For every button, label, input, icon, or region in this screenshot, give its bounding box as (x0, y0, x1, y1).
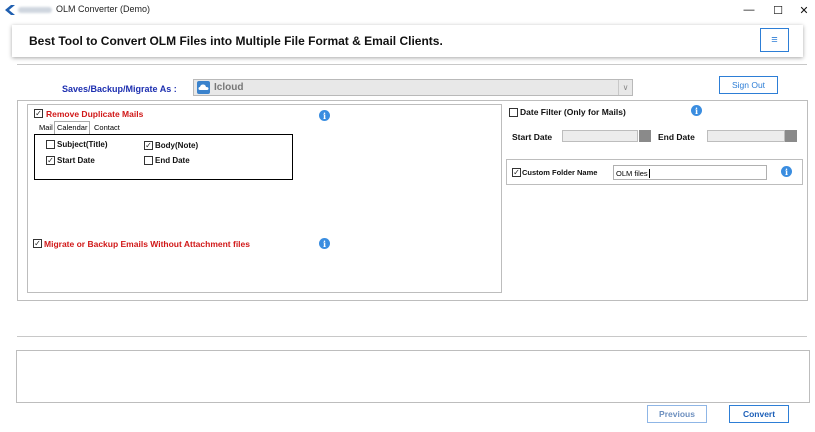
start-date-option-label: Start Date (57, 156, 95, 165)
body-note-checkbox[interactable]: ✓ (144, 141, 153, 150)
hamburger-icon: ≡ (771, 34, 778, 46)
custom-folder-checkbox[interactable]: ✓ (512, 168, 521, 177)
date-filter-checkbox[interactable] (509, 108, 518, 117)
check-icon: ✓ (34, 238, 41, 248)
calendar-dropdown-icon[interactable] (639, 130, 651, 142)
log-area (16, 350, 810, 403)
without-attachment-checkbox[interactable]: ✓ (33, 239, 42, 248)
title-bar: OLM Converter (Demo) — ☐ ✕ (0, 0, 815, 20)
check-icon: ✓ (35, 108, 42, 118)
end-date-picker[interactable] (707, 130, 785, 142)
custom-folder-input[interactable]: OLM files (613, 165, 767, 180)
window-title: OLM Converter (Demo) (56, 4, 151, 14)
saving-format-value: Icloud (214, 82, 244, 93)
check-icon: ✓ (513, 167, 520, 177)
without-attachment-label: Migrate or Backup Emails Without Attachm… (44, 239, 251, 249)
sign-out-button[interactable]: Sign Out (719, 76, 778, 94)
remove-duplicates-label: Remove Duplicate Mails (46, 109, 144, 119)
info-icon[interactable]: i (319, 238, 330, 249)
end-date-label: End Date (658, 132, 695, 142)
custom-folder-label: Custom Folder Name (522, 168, 598, 177)
body-note-label: Body(Note) (155, 141, 199, 150)
custom-folder-value: OLM files (616, 169, 648, 178)
end-date-checkbox[interactable] (144, 156, 153, 165)
divider (17, 336, 807, 337)
info-icon[interactable]: i (319, 110, 330, 121)
text-caret (648, 169, 650, 178)
previous-button[interactable]: Previous (647, 405, 707, 423)
header-banner: Best Tool to Convert OLM Files into Mult… (12, 25, 803, 57)
check-icon: ✓ (47, 155, 54, 165)
subject-title-checkbox[interactable] (46, 140, 55, 149)
divider (17, 64, 807, 65)
app-logo-icon (5, 5, 15, 15)
start-date-checkbox[interactable]: ✓ (46, 156, 55, 165)
menu-button[interactable]: ≡ (760, 28, 789, 52)
remove-duplicates-checkbox[interactable]: ✓ (34, 109, 43, 118)
start-date-picker[interactable] (562, 130, 638, 142)
header-title: Best Tool to Convert OLM Files into Mult… (29, 34, 443, 48)
brand-name-blurred (18, 7, 52, 13)
minimize-button[interactable]: — (734, 0, 764, 20)
close-button[interactable]: ✕ (789, 0, 815, 20)
tab-contact[interactable]: Contact (92, 122, 122, 134)
chevron-down-icon[interactable]: ∨ (618, 80, 632, 95)
subject-title-label: Subject(Title) (57, 140, 108, 149)
calendar-dropdown-icon[interactable] (785, 130, 797, 142)
saves-label: Saves/Backup/Migrate As : (62, 84, 177, 94)
date-filter-label: Date Filter (Only for Mails) (520, 107, 626, 117)
info-icon[interactable]: i (691, 105, 702, 116)
check-icon: ✓ (145, 140, 152, 150)
convert-button[interactable]: Convert (729, 405, 789, 423)
info-icon[interactable]: i (781, 166, 792, 177)
icloud-icon (197, 81, 210, 94)
start-date-label: Start Date (512, 132, 553, 142)
tab-mail[interactable]: Mail (37, 122, 55, 134)
saving-format-select[interactable]: Icloud ∨ (193, 79, 633, 96)
end-date-option-label: End Date (155, 156, 190, 165)
tab-calendar[interactable]: Calendar (54, 121, 91, 134)
